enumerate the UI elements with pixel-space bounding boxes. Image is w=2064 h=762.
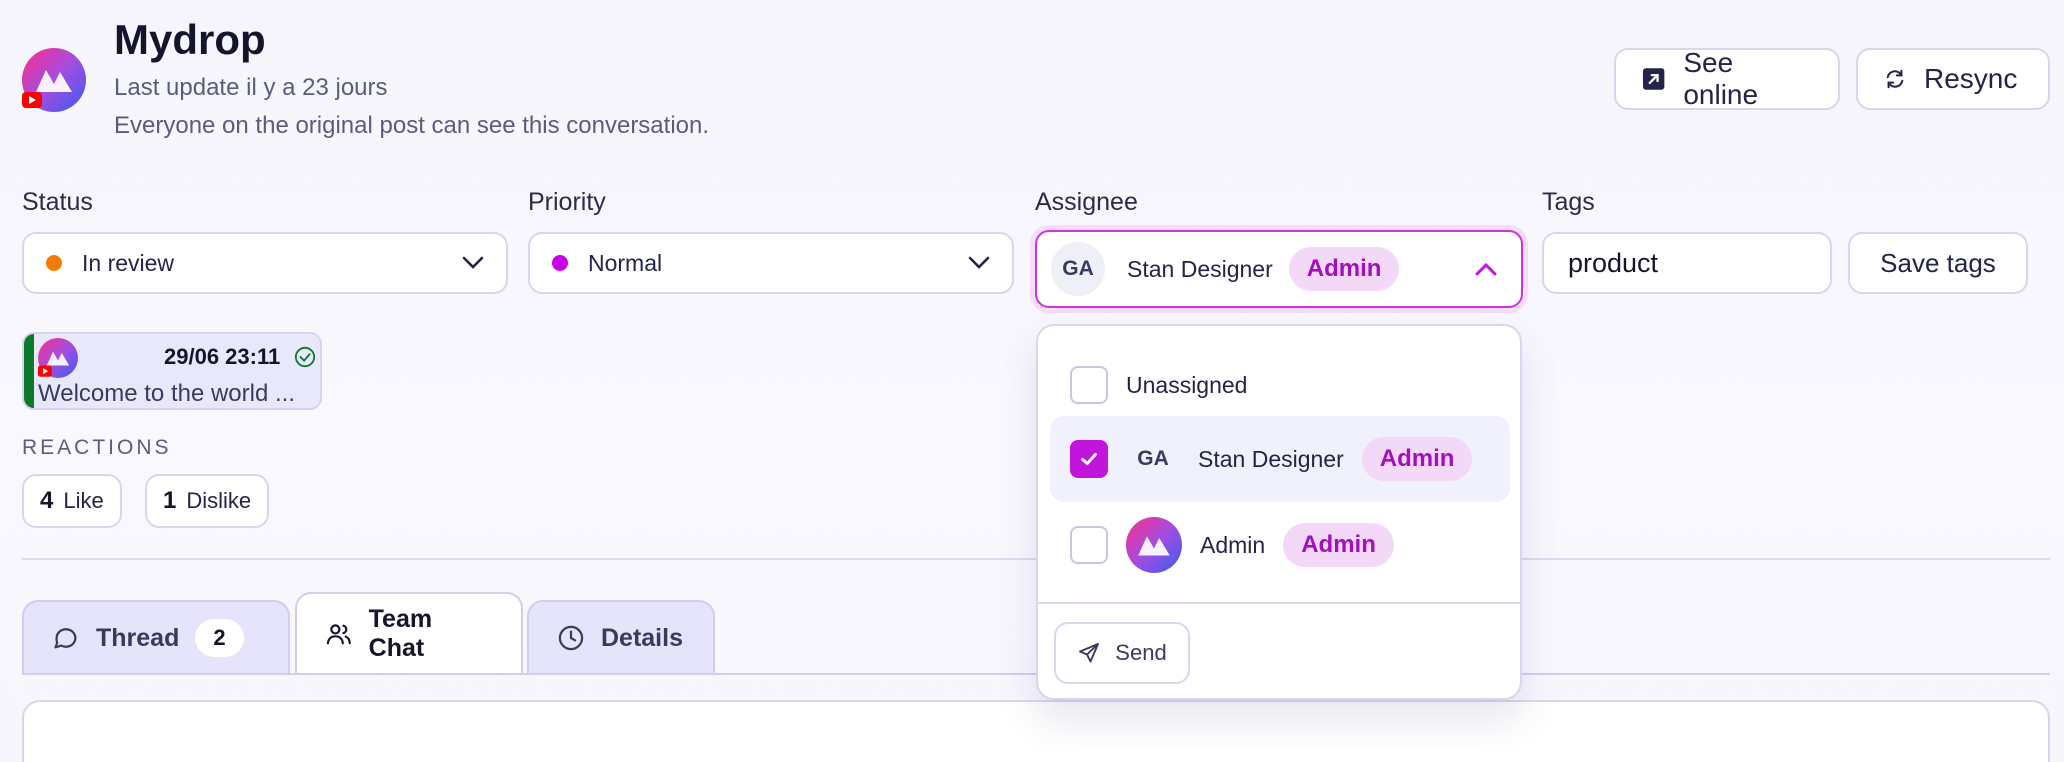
chevron-up-icon xyxy=(1475,262,1497,276)
tab-team-chat[interactable]: Team Chat xyxy=(295,592,523,674)
tab-label: Thread xyxy=(96,623,180,652)
priority-label: Priority xyxy=(528,188,606,216)
role-badge: Admin xyxy=(1288,247,1400,291)
save-tags-button[interactable]: Save tags xyxy=(1848,232,2028,294)
external-link-icon xyxy=(1642,68,1665,90)
brand-logo xyxy=(38,338,78,378)
tags-input[interactable]: product xyxy=(1542,232,1832,294)
avatar: GA xyxy=(1126,432,1180,486)
status-value: In review xyxy=(82,249,175,276)
reactions-heading: REACTIONS xyxy=(22,436,172,459)
see-online-button[interactable]: See online xyxy=(1614,47,1840,110)
tab-thread[interactable]: Thread 2 xyxy=(22,600,290,674)
check-icon xyxy=(1081,452,1097,466)
tab-label: Team Chat xyxy=(368,605,433,662)
message-date: 29/06 23:11 xyxy=(164,344,281,369)
role-badge: Admin xyxy=(1283,523,1394,567)
option-stan-designer[interactable]: GA Stan Designer Admin xyxy=(1050,416,1510,502)
assignee-select[interactable]: GA Stan Designer Admin xyxy=(1035,230,1523,308)
status-dot xyxy=(46,255,62,271)
option-label: Admin xyxy=(1200,531,1266,558)
reaction-label: Like xyxy=(63,488,104,513)
chevron-down-icon xyxy=(462,256,484,269)
last-update-text: Last update il y a 23 jours xyxy=(114,74,388,101)
reaction-count: 4 xyxy=(40,487,54,514)
priority-select[interactable]: Normal xyxy=(528,232,1014,294)
reaction-label: Dislike xyxy=(186,488,252,513)
chat-bubble-icon xyxy=(54,628,77,649)
assignee-avatar: GA xyxy=(1051,242,1105,296)
send-button[interactable]: Send xyxy=(1054,622,1190,684)
resync-button[interactable]: Resync xyxy=(1856,48,2050,110)
role-badge: Admin xyxy=(1361,437,1473,481)
resync-label: Resync xyxy=(1924,63,2018,94)
message-card[interactable]: 29/06 23:11 Welcome to the world ... xyxy=(22,332,322,410)
reaction-dislike[interactable]: 1 Dislike xyxy=(145,474,270,528)
channel-color-bar xyxy=(24,334,34,408)
checkbox[interactable] xyxy=(1070,526,1108,564)
checkbox[interactable] xyxy=(1070,366,1108,404)
assignee-dropdown: Unassigned GA Stan Designer Admin Admin … xyxy=(1036,324,1522,700)
reaction-like[interactable]: 4 Like xyxy=(22,474,122,528)
assignee-name: Stan Designer xyxy=(1127,255,1273,282)
assignee-label: Assignee xyxy=(1035,188,1138,216)
visibility-note: Everyone on the original post can see th… xyxy=(114,112,710,139)
message-preview: Welcome to the world ... xyxy=(38,380,295,407)
option-admin[interactable]: Admin Admin xyxy=(1050,502,1510,588)
tab-label: Details xyxy=(601,623,683,652)
chevron-down-icon xyxy=(968,256,990,269)
see-online-label: See online xyxy=(1683,47,1759,110)
reaction-count: 1 xyxy=(163,487,177,514)
status-label: Status xyxy=(22,188,93,216)
priority-dot xyxy=(552,255,568,271)
brand-logo xyxy=(22,48,86,112)
priority-value: Normal xyxy=(588,249,663,276)
check-circle-icon xyxy=(294,346,316,368)
send-icon xyxy=(1079,643,1100,663)
option-label: Stan Designer xyxy=(1198,445,1344,472)
send-label: Send xyxy=(1115,640,1167,665)
page-title: Mydrop xyxy=(114,16,266,63)
tab-content-panel xyxy=(22,700,2050,762)
checkbox[interactable] xyxy=(1070,440,1108,478)
brand-logo xyxy=(1126,517,1182,573)
tab-details[interactable]: Details xyxy=(527,600,715,674)
refresh-icon xyxy=(1886,69,1904,89)
thread-count-badge: 2 xyxy=(195,619,244,657)
tags-label: Tags xyxy=(1542,188,1595,216)
users-icon xyxy=(326,624,351,645)
dropdown-divider xyxy=(1038,602,1520,604)
status-select[interactable]: In review xyxy=(22,232,508,294)
option-label: Unassigned xyxy=(1126,371,1248,398)
clock-icon xyxy=(558,625,584,651)
